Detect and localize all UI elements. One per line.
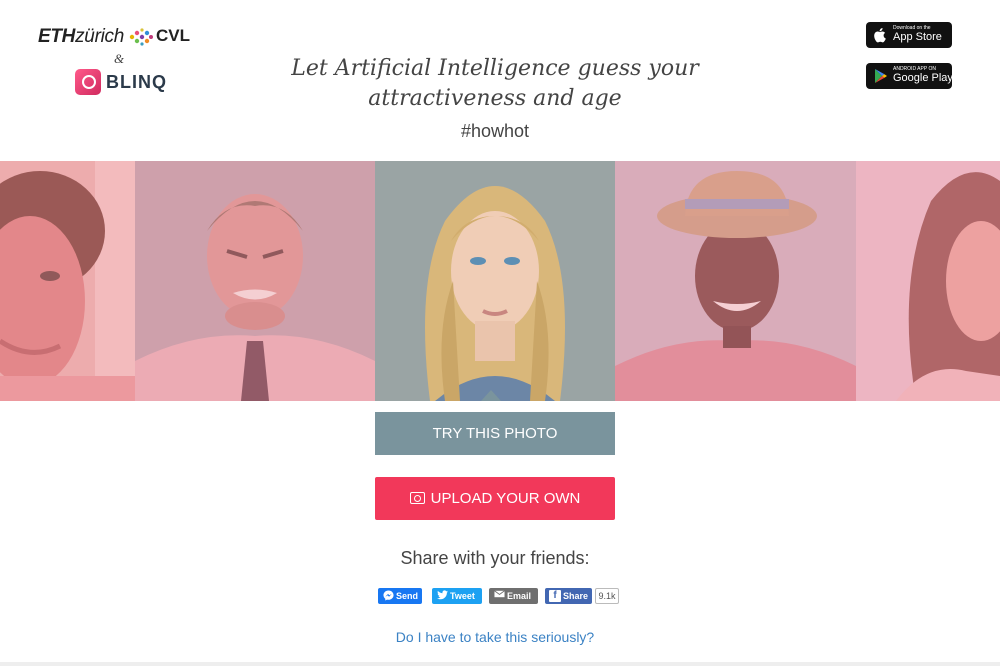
eth-logo-bold: ETH	[38, 26, 76, 47]
email-button[interactable]: Email	[489, 588, 538, 604]
share-count-badge: 9.1k	[595, 588, 619, 604]
photo-tint	[856, 161, 1000, 401]
headline-line-1: Let Artificial Intelligence guess your	[291, 56, 699, 81]
tweet-label: Tweet	[450, 591, 475, 601]
photo-tint	[0, 161, 135, 401]
page-headline: Let Artificial Intelligence guess your a…	[250, 54, 740, 114]
google-play-icon	[875, 69, 887, 83]
cvl-logo-text: CVL	[156, 26, 190, 45]
app-store-button[interactable]: Download on the App Store	[866, 22, 952, 48]
share-heading: Share with your friends:	[400, 548, 590, 568]
facebook-icon: f	[549, 590, 561, 602]
messenger-send-button[interactable]: Send	[378, 588, 422, 604]
sample-photo-5[interactable]	[856, 161, 1000, 401]
hashtag: #howhot	[460, 121, 530, 141]
google-play-label: Google Play	[893, 72, 953, 84]
photo-tint	[135, 161, 375, 401]
sample-photo-2[interactable]	[135, 161, 375, 401]
blinq-logo-text: BLINQ	[106, 72, 167, 92]
app-store-label: App Store	[893, 31, 942, 43]
headline-line-2: attractiveness and age	[368, 86, 622, 111]
send-label: Send	[396, 591, 419, 601]
eth-logo-light: zürich	[75, 26, 124, 47]
apple-icon	[874, 28, 886, 43]
upload-button-label: UPLOAD YOUR OWN	[430, 490, 581, 507]
photo-tint	[615, 161, 856, 401]
tweet-button[interactable]: Tweet	[432, 588, 482, 604]
take-seriously-link[interactable]: Do I have to take this seriously?	[370, 629, 620, 645]
twitter-icon	[436, 590, 448, 602]
facebook-share-button[interactable]: f Share	[545, 588, 592, 604]
upload-your-own-button[interactable]: UPLOAD YOUR OWN	[375, 477, 615, 520]
messenger-icon	[382, 590, 394, 602]
camera-icon	[409, 492, 425, 504]
selected-photo-pointer	[481, 390, 501, 401]
email-label: Email	[507, 591, 532, 601]
blinq-logo-icon	[75, 69, 101, 95]
try-this-photo-button[interactable]: TRY THIS PHOTO	[375, 412, 615, 455]
share-label: Share	[563, 591, 589, 601]
eth-zurich-logo: ETHzürich	[38, 26, 124, 48]
google-play-button[interactable]: ANDROID APP ON Google Play	[866, 63, 953, 89]
sample-photo-4[interactable]	[615, 161, 856, 401]
partner-logos: ETHzürich CVL & BLINQ	[36, 24, 196, 104]
cvl-logo-icon	[129, 28, 153, 46]
sample-photo-strip	[0, 161, 1000, 401]
sample-photo-1[interactable]	[0, 161, 135, 401]
logo-ampersand: &	[114, 51, 125, 66]
page-bottom-divider	[0, 662, 1000, 666]
sample-photo-3-selected[interactable]	[375, 161, 615, 401]
email-icon	[493, 590, 505, 602]
